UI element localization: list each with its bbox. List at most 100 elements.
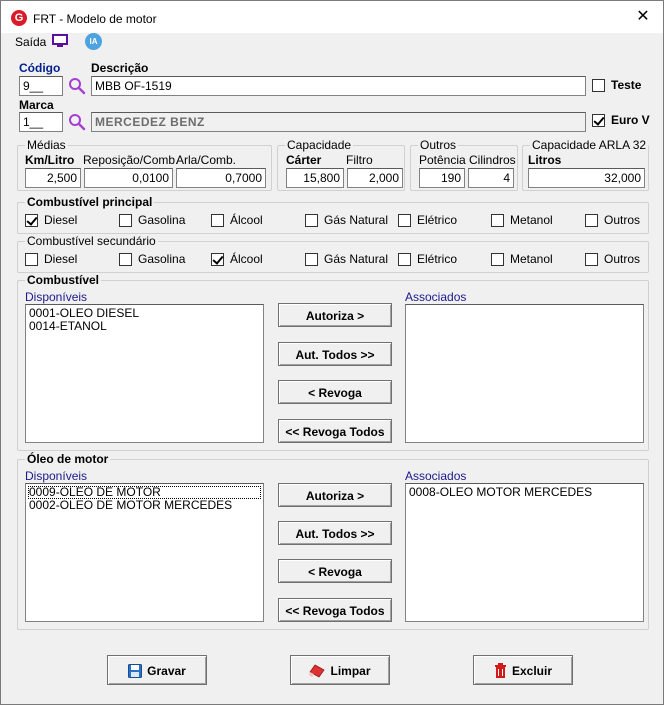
carter-input[interactable]: 15,800 xyxy=(286,168,344,188)
window-title: FRT - Modelo de motor xyxy=(33,12,157,26)
oleo-revoga-todos-button[interactable]: << Revoga Todos xyxy=(278,598,392,622)
oleo-disponiveis-label: Disponíveis xyxy=(25,469,88,483)
limpar-button[interactable]: Limpar xyxy=(290,655,390,685)
marca-input[interactable]: 1__ xyxy=(19,112,63,132)
combustivel-secundario-checkbox[interactable] xyxy=(305,253,318,266)
combustivel-aut-todos-button[interactable]: Aut. Todos >> xyxy=(278,342,392,366)
arla-comb-input[interactable]: 0,7000 xyxy=(176,168,266,188)
potencia-label: Potência xyxy=(419,153,466,167)
oleo-associados-list[interactable]: 0008-OLEO MOTOR MERCEDES xyxy=(405,483,644,622)
combustivel-principal-option-label: Metanol xyxy=(510,213,553,227)
combustivel-principal-option-label: Diesel xyxy=(44,213,78,227)
revoga-label: < Revoga xyxy=(308,564,362,579)
potencia-input[interactable]: 190 xyxy=(419,168,465,188)
trash-icon xyxy=(494,663,506,679)
close-icon[interactable]: ✕ xyxy=(633,7,653,27)
combustivel-revoga-todos-button[interactable]: << Revoga Todos xyxy=(278,419,392,443)
combustivel-principal-option-4[interactable]: Elétrico xyxy=(398,213,478,229)
list-item[interactable]: 0014-ETANOL xyxy=(28,320,261,333)
oleo-aut-todos-button[interactable]: Aut. Todos >> xyxy=(278,521,392,545)
combustivel-associados-list[interactable] xyxy=(405,304,644,443)
combustivel-secundario-option-5[interactable]: Metanol xyxy=(491,252,571,268)
combustivel-principal-option-label: Outros xyxy=(604,213,641,227)
combustivel-disponiveis-label: Disponíveis xyxy=(25,290,88,304)
combustivel-principal-option-1[interactable]: Gasolina xyxy=(119,213,199,229)
carter-label: Cárter xyxy=(286,153,322,167)
combustivel-secundario-checkbox[interactable] xyxy=(398,253,411,266)
combustivel-principal-checkbox[interactable] xyxy=(491,214,504,227)
arla-comb-label: Arla/Comb. xyxy=(176,153,237,167)
filtro-label: Filtro xyxy=(346,153,373,167)
cilindros-input[interactable]: 4 xyxy=(468,168,514,188)
cilindros-label: Cilindros xyxy=(469,153,516,167)
gravar-button[interactable]: Gravar xyxy=(107,655,207,685)
combustivel-autoriza-button[interactable]: Autoriza > xyxy=(278,303,392,327)
combustivel-secundario-checkbox[interactable] xyxy=(585,253,598,266)
combustivel-principal-option-0[interactable]: Diesel xyxy=(25,213,105,229)
combustivel-principal-checkbox[interactable] xyxy=(305,214,318,227)
combustivel-secundario-option-label: Álcool xyxy=(230,252,263,266)
combustivel-principal-checkbox[interactable] xyxy=(25,214,38,227)
combustivel-secundario-option-2[interactable]: Álcool xyxy=(211,252,291,268)
descricao-input[interactable]: MBB OF-1519 xyxy=(91,76,586,96)
title-bar: G FRT - Modelo de motor ✕ xyxy=(1,1,663,33)
search-icon[interactable] xyxy=(68,77,86,95)
combustivel-revoga-button[interactable]: < Revoga xyxy=(278,380,392,404)
teste-label: Teste xyxy=(611,78,642,92)
list-item[interactable]: 0008-OLEO MOTOR MERCEDES xyxy=(408,486,641,499)
capacidade-title: Capacidade xyxy=(285,138,354,152)
combustivel-secundario-option-6[interactable]: Outros xyxy=(585,252,664,268)
combustivel-secundario-option-label: Gasolina xyxy=(138,252,186,266)
combustivel-secundario-option-1[interactable]: Gasolina xyxy=(119,252,199,268)
combustivel-principal-checkbox[interactable] xyxy=(119,214,132,227)
euro-v-checkbox[interactable]: Euro V xyxy=(592,113,657,129)
combustivel-secundario-option-label: Metanol xyxy=(510,252,553,266)
oleo-disponiveis-list[interactable]: 0009-OLEO DE MOTOR 0002-OLEO DE MOTOR MER… xyxy=(25,483,264,622)
combustivel-secundario-option-0[interactable]: Diesel xyxy=(25,252,105,268)
combustivel-principal-option-2[interactable]: Álcool xyxy=(211,213,291,229)
combustivel-secundario-checkbox[interactable] xyxy=(119,253,132,266)
oleo-autoriza-button[interactable]: Autoriza > xyxy=(278,483,392,507)
combustivel-secundario-option-label: Elétrico xyxy=(417,252,458,266)
outros-title: Outros xyxy=(418,138,459,152)
combustivel-secundario-option-label: Gás Natural xyxy=(324,252,389,266)
litros-input[interactable]: 32,000 xyxy=(528,168,645,188)
menu-saida[interactable]: Saída xyxy=(15,35,46,49)
euro-v-checkbox-box[interactable] xyxy=(592,114,605,127)
list-item[interactable]: 0002-OLEO DE MOTOR MERCEDES xyxy=(28,499,261,512)
combustivel-principal-checkbox[interactable] xyxy=(398,214,411,227)
monitor-icon[interactable] xyxy=(52,34,68,47)
combustivel-secundario-option-3[interactable]: Gás Natural xyxy=(305,252,389,268)
dialog-window: G FRT - Modelo de motor ✕ Saída IA Códig… xyxy=(0,0,664,705)
menu-bar: Saída IA xyxy=(1,33,663,51)
combustivel-principal-option-6[interactable]: Outros xyxy=(585,213,664,229)
oleo-title: Óleo de motor xyxy=(25,452,111,466)
combustivel-secundario-checkbox[interactable] xyxy=(25,253,38,266)
teste-checkbox-box[interactable] xyxy=(592,79,605,92)
reposicao-input[interactable]: 0,0100 xyxy=(84,168,173,188)
codigo-input[interactable]: 9__ xyxy=(19,76,63,96)
autoriza-label: Autoriza > xyxy=(305,488,365,503)
ia-icon[interactable]: IA xyxy=(85,33,102,50)
teste-checkbox[interactable]: Teste xyxy=(592,78,652,94)
combustivel-secundario-checkbox[interactable] xyxy=(211,253,224,266)
litros-label: Litros xyxy=(528,153,562,167)
search-icon[interactable] xyxy=(68,113,86,131)
combustivel-principal-option-label: Gás Natural xyxy=(324,213,389,227)
km-litro-input[interactable]: 2,500 xyxy=(25,168,81,188)
combustivel-disponiveis-list[interactable]: 0001-OLEO DIESEL 0014-ETANOL xyxy=(25,304,264,443)
combustivel-secundario-option-4[interactable]: Elétrico xyxy=(398,252,478,268)
combustivel-principal-checkbox[interactable] xyxy=(211,214,224,227)
combustivel-secundario-checkbox[interactable] xyxy=(491,253,504,266)
oleo-revoga-button[interactable]: < Revoga xyxy=(278,559,392,583)
combustivel-principal-checkbox[interactable] xyxy=(585,214,598,227)
combustivel-associados-label: Associados xyxy=(405,290,467,304)
aut-todos-label: Aut. Todos >> xyxy=(295,347,375,362)
filtro-input[interactable]: 2,000 xyxy=(347,168,403,188)
excluir-button[interactable]: Excluir xyxy=(473,655,573,685)
combustivel-principal-option-5[interactable]: Metanol xyxy=(491,213,571,229)
combustivel-principal-option-3[interactable]: Gás Natural xyxy=(305,213,389,229)
marca-name-field: MERCEDEZ BENZ xyxy=(91,112,586,132)
revoga-todos-label: << Revoga Todos xyxy=(285,424,385,439)
aut-todos-label: Aut. Todos >> xyxy=(295,526,375,541)
